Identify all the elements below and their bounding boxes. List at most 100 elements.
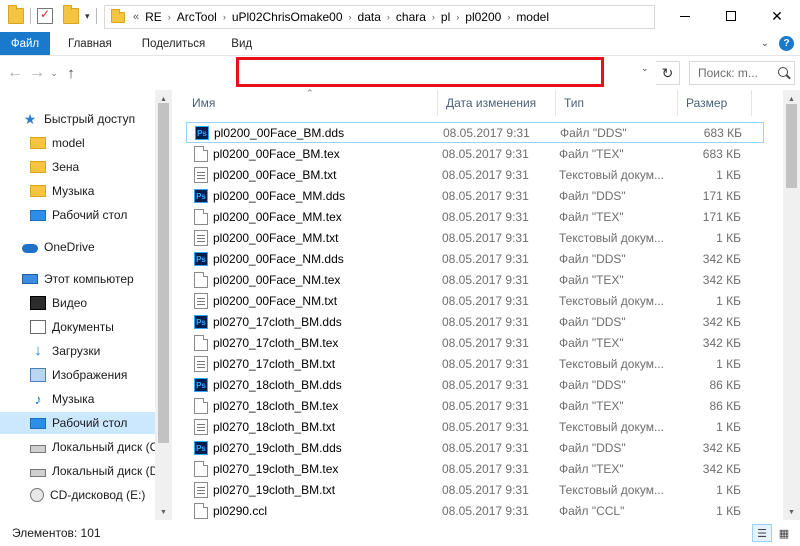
file-type: Текстовый докум... <box>559 293 664 308</box>
images-icon <box>30 368 46 382</box>
column-size[interactable]: Размер <box>678 90 752 116</box>
file-row[interactable]: pl0200_00Face_NM.tex 08.05.2017 9:31 Файл … <box>186 269 764 290</box>
chevron-right-icon[interactable]: › <box>456 12 459 22</box>
scroll-down-icon[interactable]: ▼ <box>155 505 172 519</box>
properties-icon[interactable] <box>37 7 53 24</box>
sidebar-item[interactable]: Документы <box>0 316 155 338</box>
column-name[interactable]: Имя ⌃ <box>176 88 438 116</box>
sidebar-item[interactable]: OneDrive <box>0 236 155 258</box>
search-input[interactable]: Поиск: m... <box>689 61 795 85</box>
tab-share[interactable]: Поделиться <box>126 32 220 55</box>
sidebar-item[interactable]: Зена <box>0 156 155 178</box>
chevron-right-icon[interactable]: › <box>168 12 171 22</box>
breadcrumb-item[interactable]: chara <box>396 10 426 24</box>
chevron-right-icon[interactable]: › <box>387 12 390 22</box>
file-row[interactable]: pl0270_19cloth_BM.tex 08.05.2017 9:31 Файл… <box>186 458 764 479</box>
forward-button[interactable]: → <box>26 62 48 84</box>
file-row[interactable]: Ps pl0200_00Face_MM.dds 08.05.2017 9:31 Фай… <box>186 185 764 206</box>
close-button[interactable]: ✕ <box>754 0 800 32</box>
file-row[interactable]: pl0200_00Face_NM.txt 08.05.2017 9:31 Текст… <box>186 290 764 311</box>
file-row[interactable]: pl0200_00Face_BM.txt 08.05.2017 9:31 Текст… <box>186 164 764 185</box>
cloud-icon <box>22 244 38 253</box>
sidebar-item[interactable]: Локальный диск (C <box>0 436 155 458</box>
file-row[interactable]: pl0200_00Face_BM.tex 08.05.2017 9:31 Файл … <box>186 143 764 164</box>
refresh-icon: ↻ <box>661 64 674 81</box>
file-row[interactable]: Ps pl0270_17cloth_BM.dds 08.05.2017 9:31 Фа… <box>186 311 764 332</box>
refresh-button[interactable]: ↻ <box>656 61 680 85</box>
chevron-right-icon[interactable]: › <box>349 12 352 22</box>
sidebar-item[interactable]: CD-дисковод (E:) <box>0 484 155 506</box>
sidebar-item[interactable]: Музыка <box>0 180 155 202</box>
file-size: 1 КБ <box>716 503 741 518</box>
file-type: Файл "TEX" <box>559 398 624 413</box>
address-dropdown-icon[interactable]: ⌄ <box>641 63 649 74</box>
breadcrumb-item[interactable]: model <box>516 10 549 24</box>
sidebar-item-label: Рабочий стол <box>52 208 128 222</box>
column-date[interactable]: Дата изменения <box>438 90 556 116</box>
large-icons-view-button[interactable]: ▦ <box>774 524 794 542</box>
minimize-button[interactable] <box>662 0 708 32</box>
sidebar-item[interactable]: Изображения <box>0 364 155 386</box>
sidebar-item[interactable]: Рабочий стол <box>0 204 155 226</box>
file-row[interactable]: pl0270_18cloth_BM.tex 08.05.2017 9:31 Файл… <box>186 395 764 416</box>
sidebar-item[interactable]: Рабочий стол <box>0 412 155 434</box>
breadcrumb-item[interactable]: RE <box>145 10 162 24</box>
file-type: Файл "DDS" <box>559 188 626 203</box>
file-row[interactable]: pl0200_00Face_MM.tex 08.05.2017 9:31 Файл … <box>186 206 764 227</box>
large-icons-view-icon: ▦ <box>778 527 790 540</box>
file-date: 08.05.2017 9:31 <box>443 125 530 140</box>
tab-view[interactable]: Вид <box>219 32 266 55</box>
file-row[interactable]: pl0270_18cloth_BM.txt 08.05.2017 9:31 Текс… <box>186 416 764 437</box>
chevron-right-icon[interactable]: › <box>223 12 226 22</box>
file-row[interactable]: Ps pl0200_00Face_BM.dds 08.05.2017 9:31 Фай… <box>186 122 764 143</box>
breadcrumb-item[interactable]: pl <box>441 10 450 24</box>
quick-access-dropdown-icon[interactable]: ▾ <box>85 11 90 22</box>
tab-file[interactable]: Файл <box>0 32 50 55</box>
file-row[interactable]: pl0290.ccl 08.05.2017 9:31 Файл "CCL" 1 КБ <box>186 500 764 521</box>
file-icon <box>194 145 208 162</box>
folder-icon[interactable] <box>8 5 24 24</box>
sidebar-item[interactable]: ★ Быстрый доступ <box>0 108 155 130</box>
column-type[interactable]: Тип <box>556 90 678 116</box>
scroll-down-icon[interactable]: ▼ <box>783 505 800 519</box>
breadcrumb-overflow[interactable]: « <box>133 11 139 23</box>
breadcrumb-item[interactable]: ArcTool <box>177 10 217 24</box>
sidebar-scroll-thumb[interactable] <box>158 103 169 443</box>
file-type: Файл "TEX" <box>559 272 624 287</box>
chevron-right-icon[interactable]: › <box>507 12 510 22</box>
back-button[interactable]: ← <box>4 62 26 84</box>
recent-locations-button[interactable]: ⌄ <box>48 62 60 84</box>
file-row[interactable]: pl0200_00Face_MM.txt 08.05.2017 9:31 Текст… <box>186 227 764 248</box>
tab-home[interactable]: Главная <box>50 32 126 55</box>
file-row[interactable]: Ps pl0270_19cloth_BM.dds 08.05.2017 9:31 Фа… <box>186 437 764 458</box>
sidebar-item[interactable]: ↓ Загрузки <box>0 340 155 362</box>
file-row[interactable]: pl0270_19cloth_BM.txt 08.05.2017 9:31 Текс… <box>186 479 764 500</box>
file-size: 683 КБ <box>703 125 742 140</box>
file-size: 683 КБ <box>702 146 741 161</box>
address-bar[interactable]: « RE › ArcTool › uPl02ChrisOmake00 › dat… <box>104 5 655 29</box>
sidebar-item[interactable]: Видео <box>0 292 155 314</box>
view-switcher: ☰ ▦ <box>752 524 794 542</box>
file-row[interactable]: pl0270_17cloth_BM.txt 08.05.2017 9:31 Текс… <box>186 353 764 374</box>
chevron-right-icon[interactable]: › <box>432 12 435 22</box>
file-row[interactable]: Ps pl0270_18cloth_BM.dds 08.05.2017 9:31 Фа… <box>186 374 764 395</box>
new-folder-icon[interactable] <box>63 5 79 24</box>
file-name: pl0200_00Face_NM.dds <box>213 251 344 266</box>
sidebar-item[interactable]: Этот компьютер <box>0 268 155 290</box>
breadcrumb-item[interactable]: data <box>358 10 381 24</box>
up-button[interactable]: ↑ <box>60 62 82 84</box>
sidebar-item[interactable]: model <box>0 132 155 154</box>
sidebar-item-label: model <box>52 136 85 150</box>
help-icon[interactable]: ? <box>779 36 794 51</box>
expand-ribbon-icon[interactable]: ⌄ <box>761 38 769 49</box>
download-icon: ↓ <box>34 342 42 359</box>
breadcrumb-item[interactable]: pl0200 <box>465 10 501 24</box>
sidebar-item[interactable]: ♪ Музыка <box>0 388 155 410</box>
sidebar-item[interactable]: Локальный диск (D <box>0 460 155 482</box>
breadcrumb-item[interactable]: uPl02ChrisOmake00 <box>232 10 343 24</box>
maximize-button[interactable] <box>708 0 754 32</box>
file-row[interactable]: pl0270_17cloth_BM.tex 08.05.2017 9:31 Файл… <box>186 332 764 353</box>
file-list-scroll-thumb[interactable] <box>786 104 797 188</box>
details-view-button[interactable]: ☰ <box>752 524 772 542</box>
file-row[interactable]: Ps pl0200_00Face_NM.dds 08.05.2017 9:31 Фай… <box>186 248 764 269</box>
